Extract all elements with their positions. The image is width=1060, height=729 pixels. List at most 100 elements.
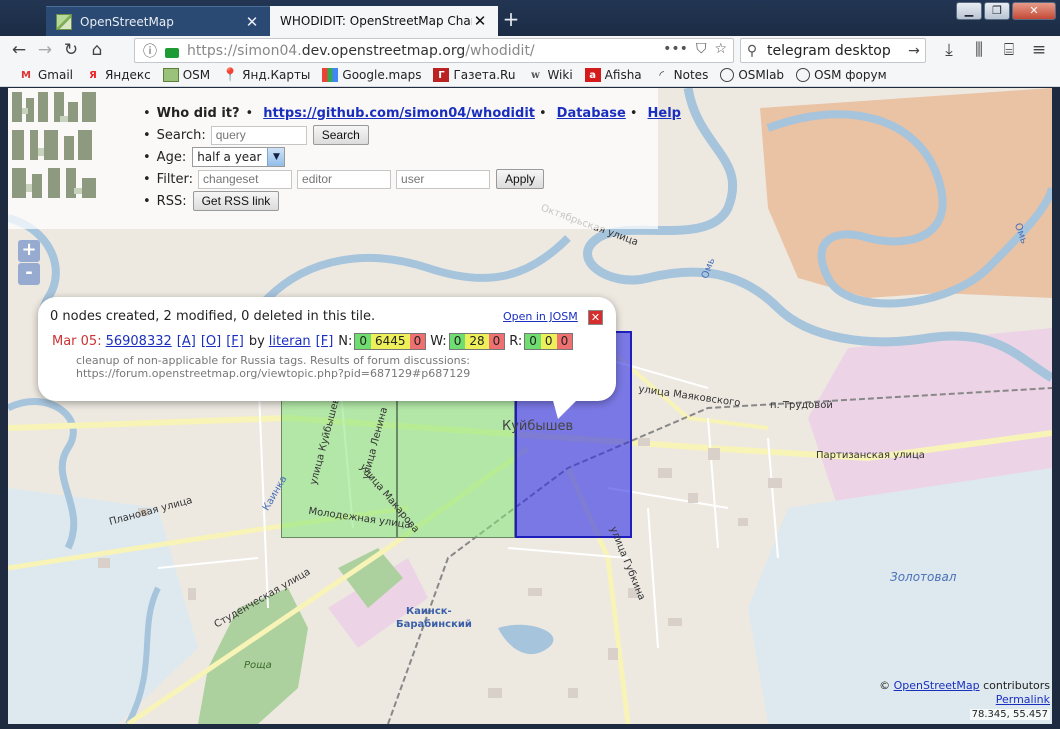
bookmark-osmlab[interactable]: OSMlab <box>720 68 784 82</box>
editor-filter-input[interactable] <box>297 169 392 189</box>
zoom-out-button[interactable]: - <box>18 263 40 285</box>
age-select[interactable]: half a year ▼ <box>192 147 286 167</box>
bookmark-label: OSM <box>182 68 211 82</box>
bookmark-yandex-maps[interactable]: 📍 Янд.Карты <box>222 68 311 83</box>
help-link[interactable]: Help <box>648 106 681 121</box>
bookmarks-bar: M Gmail Я Яндекс OSM 📍 Янд.Карты Google.map… <box>0 64 1060 87</box>
bookmark-osm-forum[interactable]: OSM форум <box>796 68 887 82</box>
chevron-down-icon[interactable]: ▼ <box>267 148 285 166</box>
search-button[interactable]: Search <box>312 125 369 145</box>
forward-button[interactable]: → <box>32 37 58 63</box>
title-bar: OpenStreetMap ✕ WHODIDIT: OpenStreetMap … <box>0 0 1060 36</box>
tab-title: WHODIDIT: OpenStreetMap Chang <box>280 14 472 28</box>
bookmark-label: Газета.Ru <box>453 68 516 82</box>
label-station-2: Барабинский <box>396 619 472 630</box>
changeset-row: Mar 05: 56908332 [A] [O] [F] by literan … <box>52 333 577 350</box>
database-link[interactable]: Database <box>557 106 626 121</box>
bookmark-wiki[interactable]: w Wiki <box>527 68 573 82</box>
window-controls: ▁ ❐ ✕ <box>956 2 1056 20</box>
page-actions-icon[interactable]: ••• <box>663 41 688 57</box>
user-link[interactable]: literan <box>269 334 311 349</box>
google-maps-icon <box>322 68 339 82</box>
search-bar[interactable]: ⚲ telegram desktop → <box>740 38 926 63</box>
filter-row: •Filter: Apply <box>143 168 685 190</box>
map-attribution: © OpenStreetMap contributors Permalink 7… <box>879 679 1050 722</box>
label-trudovoy: п. Трудовой <box>770 400 833 411</box>
address-bar[interactable]: ⓘ https://simon04.dev.openstreetmap.org/… <box>134 38 734 63</box>
bookmark-afisha[interactable]: a Afisha <box>584 68 642 82</box>
relations-label: R: <box>509 334 523 349</box>
globe-icon <box>796 68 811 82</box>
changeset-link[interactable]: 56908332 <box>106 334 172 349</box>
osm-icon <box>162 68 179 82</box>
library-icon[interactable]: ⫼ <box>964 37 994 63</box>
whodidit-logo <box>12 92 96 198</box>
lock-icon <box>165 47 179 58</box>
new-tab-button[interactable]: + <box>500 7 522 33</box>
relations-modified: 0 <box>540 334 557 349</box>
open-in-josm-link[interactable]: Open in JOSM <box>503 310 578 323</box>
osm-favicon-icon <box>56 13 72 30</box>
comment-line-2: https://forum.openstreetmap.org/viewtopi… <box>76 367 471 380</box>
whodidit-panel: • Who did it? • https://github.com/simon04/… <box>8 88 681 229</box>
bookmark-notes[interactable]: ◜ Notes <box>654 68 708 82</box>
relations-created: 0 <box>525 334 541 349</box>
changeset-filter-input[interactable] <box>198 169 293 189</box>
bookmark-yandex[interactable]: Я Яндекс <box>85 68 151 82</box>
search-go-icon[interactable]: → <box>903 43 925 59</box>
osm-link[interactable]: [O] <box>201 334 221 349</box>
rss-row: • RSS: Get RSS link <box>143 190 685 212</box>
search-row: •Search: Search <box>143 124 685 146</box>
bookmark-gazeta[interactable]: Г Газета.Ru <box>433 68 515 82</box>
close-tab-icon[interactable]: ✕ <box>244 14 260 30</box>
title-row: • Who did it? • https://github.com/simon04/… <box>143 105 681 121</box>
map-canvas[interactable]: Куйбышев улица Ленина улица Куйбышева ул… <box>8 88 1052 724</box>
reload-button[interactable]: ↻ <box>58 37 84 63</box>
changeset-tile[interactable] <box>397 400 515 538</box>
synced-tabs-icon[interactable]: ⌸ <box>994 37 1024 63</box>
url-text: https://simon04.dev.openstreetmap.org/wh… <box>187 43 535 59</box>
info-icon[interactable]: ⓘ <box>143 41 161 61</box>
permalink-link[interactable]: Permalink <box>996 693 1050 706</box>
attribution-line: © OpenStreetMap contributors <box>879 679 1050 693</box>
maximize-button[interactable]: ❐ <box>984 2 1010 20</box>
popup-summary: 0 nodes created, 2 modified, 0 deleted i… <box>50 309 376 324</box>
bookmark-osm[interactable]: OSM <box>162 68 211 82</box>
downloads-icon[interactable]: ⤓ <box>934 37 964 63</box>
filter-label: Filter: <box>156 171 194 187</box>
bookmark-star-icon[interactable]: ☆ <box>714 41 727 57</box>
tab-openstreetmap[interactable]: OpenStreetMap ✕ <box>46 6 270 36</box>
ways-modified: 28 <box>465 334 489 349</box>
minimize-button[interactable]: ▁ <box>956 2 982 20</box>
rss-label: RSS: <box>156 193 187 209</box>
url-prefix: https://simon04. <box>187 42 302 59</box>
bookmark-google-maps[interactable]: Google.maps <box>322 68 421 82</box>
bookmark-gmail[interactable]: M Gmail <box>18 68 73 82</box>
gmail-icon: M <box>21 69 31 81</box>
ways-stats: 0 28 0 <box>448 333 506 350</box>
filter-changeset-link[interactable]: [F] <box>226 334 244 349</box>
osm-attribution-link[interactable]: OpenStreetMap <box>894 679 980 692</box>
github-link[interactable]: https://github.com/simon04/whodidit <box>263 106 535 121</box>
close-popup-icon[interactable]: ✕ <box>588 310 603 325</box>
menu-icon[interactable]: ≡ <box>1024 37 1054 63</box>
label-station-1: Каинск- <box>406 606 452 617</box>
pocket-icon[interactable]: ⛉ <box>696 41 707 57</box>
tab-whodidit[interactable]: WHODIDIT: OpenStreetMap Chang ✕ <box>270 6 498 36</box>
bookmark-label: Янд.Карты <box>242 68 311 82</box>
achavi-link[interactable]: [A] <box>177 334 196 349</box>
wiki-icon: w <box>531 69 540 81</box>
close-tab-icon[interactable]: ✕ <box>472 13 488 29</box>
apply-button[interactable]: Apply <box>496 169 545 189</box>
zoom-in-button[interactable]: + <box>18 240 40 262</box>
url-path: /whodidit/ <box>465 42 535 59</box>
user-filter-input[interactable] <box>396 169 491 189</box>
home-button[interactable]: ⌂ <box>84 37 110 63</box>
changeset-date: Mar 05: <box>52 334 102 349</box>
close-window-button[interactable]: ✕ <box>1012 2 1056 20</box>
rss-button[interactable]: Get RSS link <box>192 191 280 211</box>
contributors-text: contributors <box>983 679 1050 692</box>
filter-user-link[interactable]: [F] <box>316 334 334 349</box>
search-input[interactable] <box>210 125 307 145</box>
back-button[interactable]: ← <box>6 37 32 63</box>
